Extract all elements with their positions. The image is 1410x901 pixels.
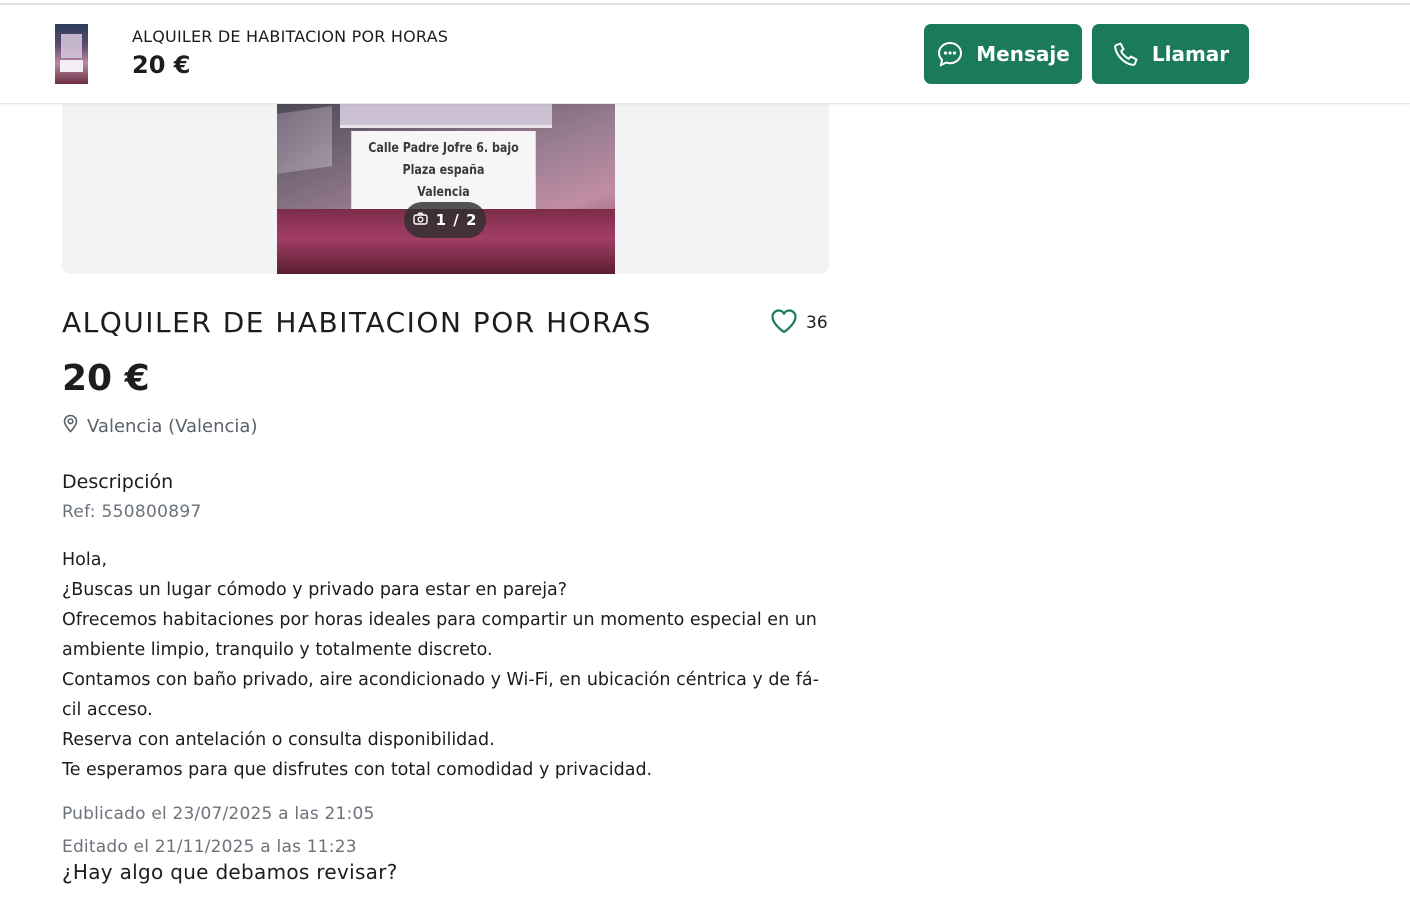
ad-title: ALQUILER DE HABITACION POR HORAS [62,306,652,339]
description-line: cil acceso. [62,700,153,720]
photo-counter: 1 / 2 [404,202,486,238]
location-text: Valencia (Valencia) [87,415,258,437]
description-line: Hola, [62,550,108,570]
heart-icon [770,308,798,338]
description-text: Hola, ¿Buscas un lugar cómodo y privado … [62,545,832,785]
camera-icon [412,211,428,229]
message-button-label: Mensaje [976,42,1070,66]
description-line: Ofrecemos habitaciones por horas ideales… [62,610,817,630]
photo-address-card: Calle Padre Jofre 6. bajo Plaza españa V… [351,131,536,209]
photo-text-line: Calle Padre Jofre 6. bajo [368,140,519,156]
location: Valencia (Valencia) [62,414,257,438]
description-line: Contamos con baño privado, aire acondici… [62,670,819,690]
listing-thumbnail[interactable] [55,24,88,84]
description-heading: Descripción [62,471,174,493]
favorite-button[interactable]: 36 [770,308,828,338]
description-line: Te esperamos para que disfrutes con tota… [62,760,653,780]
ad-price: 20 € [62,358,150,399]
photo-floor-tile [277,106,332,174]
header-title: ALQUILER DE HABITACION POR HORAS [132,27,449,46]
header-price: 20 € [132,51,191,79]
photo-counter-text: 1 / 2 [435,211,478,229]
call-button[interactable]: Llamar [1092,24,1249,84]
published-date: Publicado el 23/07/2025 a las 21:05 [62,804,375,824]
favorites-count: 36 [806,313,828,333]
sticky-header: ALQUILER DE HABITACION POR HORAS 20 € Me… [0,5,1410,104]
message-button[interactable]: Mensaje [924,24,1082,84]
description-line: ¿Buscas un lugar cómodo y privado para e… [62,580,568,600]
photo-text-line: Plaza españa [402,162,485,178]
reference-number: Ref: 550800897 [62,502,202,522]
call-button-label: Llamar [1151,42,1230,66]
location-pin-icon [62,414,79,438]
description-line: Reserva con antelación o consulta dispon… [62,730,495,750]
report-link[interactable]: ¿Hay algo que debamos revisar? [62,860,398,884]
phone-icon [1112,40,1140,68]
description-line: ambiente limpio, tranquilo y totalmente … [62,640,493,660]
chat-bubble-icon [936,40,964,68]
edited-date: Editado el 21/11/2025 a las 11:23 [62,837,357,857]
photo-text-line: Valencia [417,184,470,200]
